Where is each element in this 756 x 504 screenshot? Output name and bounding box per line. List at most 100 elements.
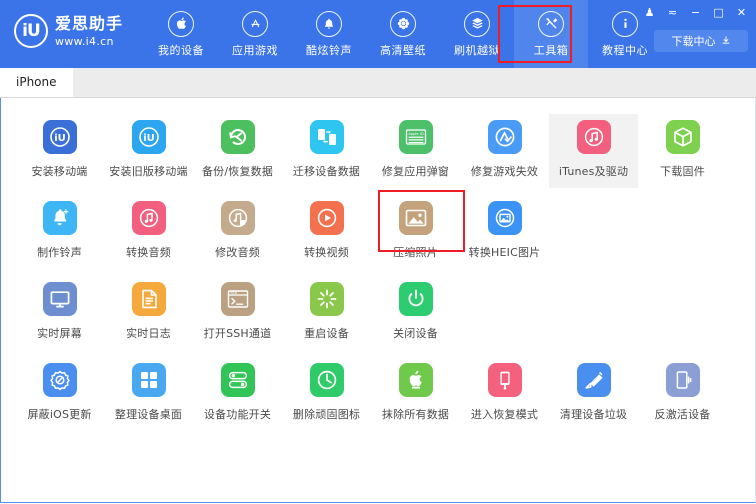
tool-compress-photo[interactable]: 压缩照片: [371, 195, 460, 269]
feature-toggle-icon: [220, 363, 255, 397]
bell-icon: [316, 10, 342, 37]
tool-fix-app-popup[interactable]: Apple ID 修复应用弹窗: [371, 114, 460, 188]
ssh-terminal-icon: SSH: [220, 282, 255, 316]
tool-clean-junk[interactable]: 清理设备垃圾: [549, 357, 638, 431]
audio-edit-icon: [220, 201, 255, 235]
logo-text: iU: [22, 21, 41, 41]
tool-label: 删除顽固图标: [292, 408, 361, 421]
tool-label: 安装移动端: [31, 165, 88, 178]
tab-iphone[interactable]: iPhone: [0, 67, 73, 97]
tool-label: 实时日志: [126, 327, 171, 340]
tool-itunes-driver[interactable]: iTunes及驱动: [549, 114, 638, 188]
skin-icon[interactable]: ♟: [643, 6, 656, 19]
menu-icon[interactable]: ≂: [666, 6, 679, 19]
tool-label: 转换音频: [126, 246, 171, 259]
tool-label: 清理设备垃圾: [559, 408, 628, 421]
tool-live-log[interactable]: 实时日志: [104, 276, 193, 350]
tool-remove-stubborn-icons[interactable]: 删除顽固图标: [282, 357, 371, 431]
itunes-icon: [576, 120, 611, 154]
tool-label: 反激活设备: [654, 408, 711, 421]
tool-install-old-mobile[interactable]: iU 安装旧版移动端: [104, 114, 193, 188]
nav-item-apps-games[interactable]: 应用游戏: [218, 0, 292, 68]
nav-item-flash-jailbreak[interactable]: 刷机越狱: [440, 0, 514, 68]
tool-reboot-device[interactable]: 重启设备: [282, 276, 371, 350]
close-icon[interactable]: ✕: [735, 6, 748, 19]
tool-deactivate-device[interactable]: 反激活设备: [638, 357, 727, 431]
brand-text: 爱思助手 www.i4.cn: [55, 13, 124, 48]
tool-arrange-home-screen[interactable]: 整理设备桌面: [104, 357, 193, 431]
tool-open-ssh[interactable]: SSH 打开SSH通道: [193, 276, 282, 350]
tool-label: 迁移设备数据: [292, 165, 361, 178]
tool-label: 转换视频: [304, 246, 349, 259]
erase-data-icon: [398, 363, 433, 397]
download-center-label: 下载中心: [671, 35, 716, 48]
flash-layers-icon: [464, 10, 490, 37]
toolbox-grid: iU 安装移动端 iU 安装旧版移动端 备份/恢复数据 迁移设备数据 Apple…: [0, 98, 756, 503]
live-screen-icon: [42, 282, 77, 316]
ringtone-bell-icon: [42, 201, 77, 235]
brand-name: 爱思助手: [55, 13, 124, 33]
nav-label: 教程中心: [602, 43, 648, 57]
tool-erase-all-data[interactable]: 抹除所有数据: [371, 357, 460, 431]
minimize-icon[interactable]: −: [689, 6, 702, 19]
tool-block-ios-update[interactable]: 屏蔽iOS更新: [15, 357, 104, 431]
download-center-button[interactable]: 下载中心: [654, 30, 748, 52]
tool-download-firmware[interactable]: 下载固件: [638, 114, 727, 188]
nav-label: 刷机越狱: [454, 43, 500, 57]
tool-backup-restore[interactable]: 备份/恢复数据: [193, 114, 282, 188]
remove-icon-icon: [309, 363, 344, 397]
nav-item-toolbox[interactable]: 工具箱: [514, 0, 588, 68]
tool-row: 制作铃声 转换音频 修改音频 转换视频 压缩照片 转换HEIC图片: [15, 195, 741, 276]
main-nav: 我的设备 应用游戏 酷炫铃声 高清壁纸 刷机越狱 工具箱 教程中心: [144, 0, 662, 68]
i4-app-old-icon: iU: [131, 120, 166, 154]
power-off-icon: [398, 282, 433, 316]
compress-photo-icon: [398, 201, 433, 235]
tool-convert-audio[interactable]: 转换音频: [104, 195, 193, 269]
live-log-icon: [131, 282, 166, 316]
tool-label: 制作铃声: [37, 246, 82, 259]
tool-label: 修复应用弹窗: [381, 165, 450, 178]
maximize-icon[interactable]: □: [712, 6, 725, 19]
nav-item-my-device[interactable]: 我的设备: [144, 0, 218, 68]
heic-convert-icon: [487, 201, 522, 235]
svg-text:iU: iU: [54, 133, 66, 144]
tool-migrate-data[interactable]: 迁移设备数据: [282, 114, 371, 188]
brand-logo-area: iU 爱思助手 www.i4.cn: [0, 0, 140, 48]
tool-label: 修改音频: [215, 246, 260, 259]
apple-icon: [168, 10, 194, 37]
tool-label: 屏蔽iOS更新: [27, 408, 92, 421]
tool-edit-audio[interactable]: 修改音频: [193, 195, 282, 269]
nav-item-ringtones[interactable]: 酷炫铃声: [292, 0, 366, 68]
tool-label: 打开SSH通道: [203, 327, 272, 340]
tool-install-mobile[interactable]: iU 安装移动端: [15, 114, 104, 188]
tool-label: 修复游戏失效: [470, 165, 539, 178]
tool-label: 抹除所有数据: [381, 408, 450, 421]
migrate-data-icon: [309, 120, 344, 154]
video-convert-icon: [309, 201, 344, 235]
apple-id-card-icon: Apple ID: [398, 120, 433, 154]
tool-feature-switches[interactable]: 设备功能开关: [193, 357, 282, 431]
tool-recovery-mode[interactable]: 进入恢复模式: [460, 357, 549, 431]
app-window: iU 爱思助手 www.i4.cn 我的设备 应用游戏 酷炫铃声 高清壁纸 刷机…: [0, 0, 756, 504]
tools-icon: [538, 10, 564, 37]
flower-icon: [390, 10, 416, 37]
tool-fix-game-failure[interactable]: 修复游戏失效: [460, 114, 549, 188]
window-controls: ♟ ≂ − □ ✕: [643, 6, 748, 19]
tool-live-screen[interactable]: 实时屏幕: [15, 276, 104, 350]
nav-item-wallpapers[interactable]: 高清壁纸: [366, 0, 440, 68]
tool-label: 进入恢复模式: [470, 408, 539, 421]
tool-label: 重启设备: [304, 327, 349, 340]
tool-shutdown-device[interactable]: 关闭设备: [371, 276, 460, 350]
tool-label: 备份/恢复数据: [201, 165, 274, 178]
tool-convert-heic[interactable]: 转换HEIC图片: [460, 195, 549, 269]
tool-label: 安装旧版移动端: [109, 165, 188, 178]
tool-row: 实时屏幕 实时日志 SSH 打开SSH通道 重启设备 关闭设备: [15, 276, 741, 357]
tool-row: 屏蔽iOS更新 整理设备桌面 设备功能开关 删除顽固图标 抹除所有数据 进入恢复…: [15, 357, 741, 438]
tool-row: iU 安装移动端 iU 安装旧版移动端 备份/恢复数据 迁移设备数据 Apple…: [15, 114, 741, 195]
app-store-check-icon: [487, 120, 522, 154]
app-header: iU 爱思助手 www.i4.cn 我的设备 应用游戏 酷炫铃声 高清壁纸 刷机…: [0, 0, 756, 68]
tool-convert-video[interactable]: 转换视频: [282, 195, 371, 269]
tool-make-ringtone[interactable]: 制作铃声: [15, 195, 104, 269]
arrange-home-icon: [131, 363, 166, 397]
deactivate-icon: [665, 363, 700, 397]
